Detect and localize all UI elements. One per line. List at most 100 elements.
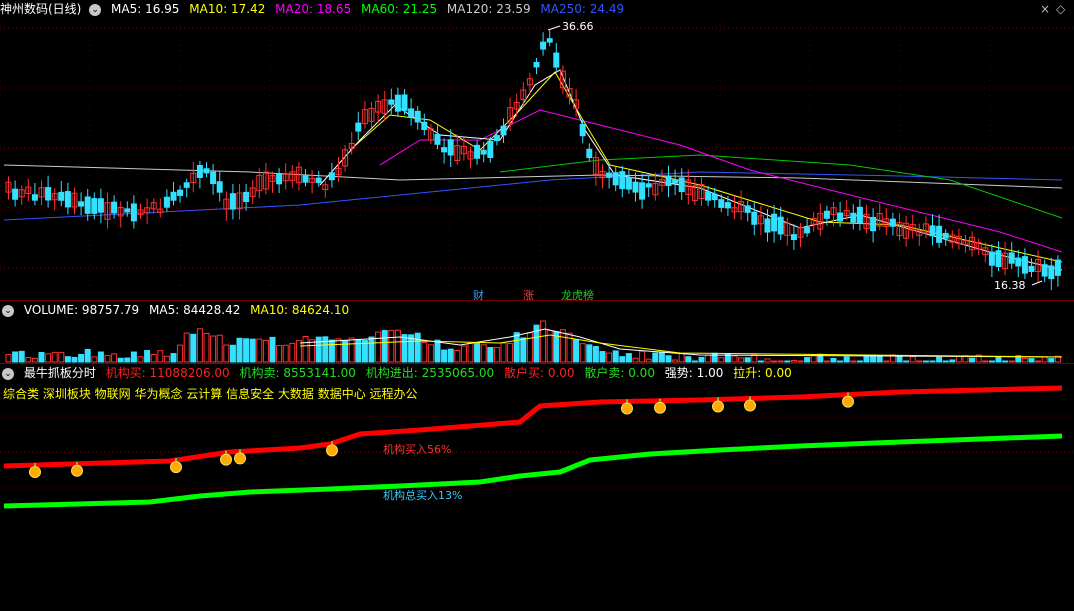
volume-bar (467, 342, 474, 363)
volume-bar (625, 353, 632, 363)
volume-bar (969, 357, 976, 363)
volume-bar (25, 356, 32, 363)
volume-bar (500, 342, 507, 363)
gold-ball-icon (842, 395, 854, 408)
volume-bar (163, 355, 170, 363)
candle-body (203, 168, 210, 174)
volume-bar (493, 347, 500, 363)
volume-bar (269, 336, 276, 363)
event-limit-up[interactable]: 涨 (523, 287, 534, 300)
candle-body (856, 206, 863, 224)
gold-ball-stem (626, 399, 628, 403)
volume-bar (645, 358, 652, 363)
volume-bar (929, 360, 936, 363)
volume-bar (922, 360, 929, 363)
candle-body (929, 225, 936, 237)
price-chart (0, 20, 1074, 291)
volume-panel[interactable]: ⌄ VOLUME: 98757.79 MA5: 84428.42 MA10: 8… (0, 301, 1074, 363)
volume-bar (744, 357, 751, 363)
candle-body (889, 218, 896, 227)
volume-bar (942, 360, 949, 363)
gold-ball-icon (712, 400, 724, 413)
volume-bar (130, 351, 137, 363)
volume-bar (91, 356, 98, 363)
candle-body (183, 182, 190, 188)
gold-ball-icon (170, 461, 182, 474)
candle-body (1028, 265, 1035, 272)
volume-bar (375, 331, 382, 363)
candle-body (718, 199, 725, 208)
event-dragon-tiger[interactable]: 龙虎榜 (561, 287, 594, 300)
indicator-chart (0, 385, 1074, 509)
buy-line-label: 机构买入56% (383, 443, 452, 456)
candle-body (936, 225, 943, 243)
volume-bar (58, 351, 65, 363)
candle-body (546, 38, 553, 43)
volume-bar (685, 356, 692, 363)
volume-bar (111, 353, 118, 363)
institution-total-line (3, 433, 1063, 509)
candle-body (97, 198, 104, 213)
volume-bar (441, 349, 448, 363)
gold-ball-icon (621, 402, 633, 415)
volume-bar (823, 360, 830, 363)
candle-body (355, 122, 362, 132)
ma20-line (379, 109, 1063, 253)
candle-body (58, 191, 65, 201)
candle-body (678, 177, 685, 193)
candle-body (1008, 252, 1015, 264)
candle-body (639, 182, 646, 200)
indicator-panel[interactable]: ⌄ 最牛抓板分时 机构买: 11088206.00 机构卖: 8553141.0… (0, 364, 1074, 611)
price-panel[interactable]: 神州数码(日线) ⌄ MA5: 16.95 MA10: 17.42 MA20: … (0, 0, 1074, 300)
high-price-label: 36.66 (562, 20, 594, 33)
volume-bar (658, 351, 665, 363)
volume-bar (691, 360, 698, 363)
volume-bar (705, 354, 712, 363)
candle-body (447, 139, 454, 156)
candle-body (850, 212, 857, 223)
candle-body (401, 94, 408, 111)
volume-bar (427, 344, 434, 363)
volume-bar (480, 344, 487, 363)
volume-bar (177, 344, 184, 363)
gold-ball-stem (76, 461, 78, 465)
volume-bar (526, 332, 533, 363)
volume-bar (784, 360, 791, 363)
candle-body (31, 194, 38, 201)
volume-bar (434, 339, 441, 363)
candle-body (724, 202, 731, 209)
candle-body (1041, 264, 1048, 277)
candle-body (777, 216, 784, 235)
volume-bar (903, 360, 910, 363)
volume-bar (355, 338, 362, 363)
candle-body (229, 193, 236, 210)
candle-body (196, 165, 203, 178)
volume-bar (1008, 360, 1015, 363)
volume-bar (988, 360, 995, 363)
volume-bar (282, 344, 289, 363)
volume-bar (1041, 356, 1048, 363)
volume-bar (474, 342, 481, 363)
gold-ball-stem (749, 396, 751, 400)
candle-body (804, 227, 811, 234)
event-fin[interactable]: 财 (473, 287, 484, 300)
volume-bar (790, 359, 797, 363)
gold-ball-icon (654, 401, 666, 414)
candle-body (837, 212, 844, 222)
volume-bar (295, 340, 302, 363)
volume-bar (777, 360, 784, 363)
candle-body (1054, 259, 1061, 276)
low-pointer (1031, 280, 1043, 286)
volume-bar (619, 356, 626, 363)
candle-body (394, 94, 401, 112)
volume-bar (276, 345, 283, 363)
volume-bar (573, 339, 580, 363)
volume-chart (5, 320, 1063, 363)
volume-bar (256, 338, 263, 363)
volume-bar (916, 360, 923, 363)
volume-bar (394, 329, 401, 363)
volume-bar (368, 336, 375, 363)
volume-bar (797, 360, 804, 363)
candle-body (870, 216, 877, 232)
gold-ball-icon (71, 464, 83, 477)
